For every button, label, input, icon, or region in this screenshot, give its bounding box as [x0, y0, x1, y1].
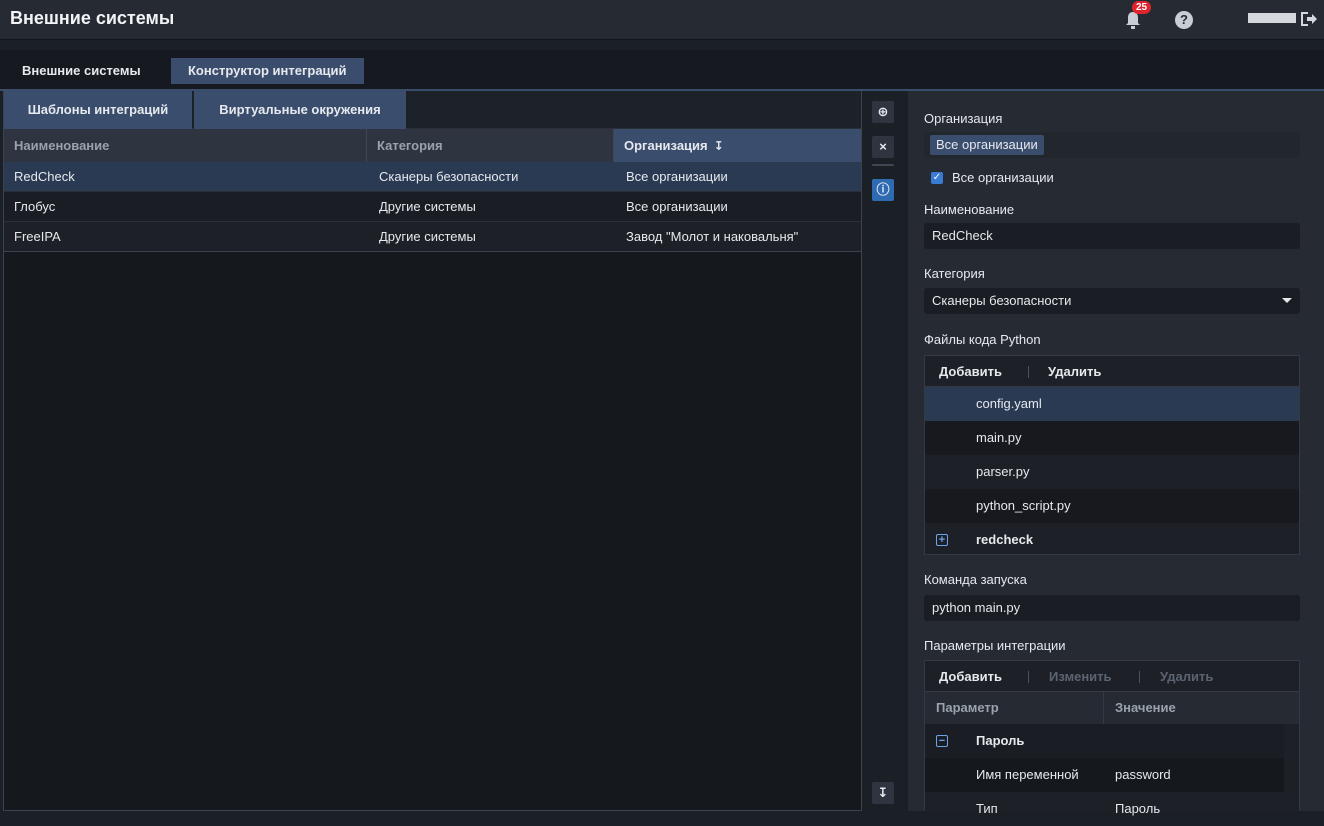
tab-integration-templates[interactable]: Шаблоны интеграций [4, 91, 192, 129]
tab-external-systems[interactable]: Внешние системы [8, 58, 155, 84]
cell-name: RedCheck [14, 169, 75, 184]
folder-item[interactable]: + redcheck [925, 523, 1299, 557]
files-delete-button[interactable]: Удалить [1048, 356, 1101, 387]
table-header: Наименование Категория Организация ↧ [4, 129, 861, 162]
column-header-value[interactable]: Значение [1115, 692, 1176, 724]
param-name: Имя переменной [976, 767, 1079, 782]
cell-organization: Все организации [626, 199, 728, 214]
file-item[interactable]: main.py [925, 421, 1299, 455]
table-row[interactable]: RedCheck Сканеры безопасности Все органи… [4, 162, 861, 192]
notification-badge: 25 [1132, 1, 1152, 14]
top-bar: Внешние системы 25 ? [0, 0, 1324, 40]
param-value: password [1115, 767, 1171, 782]
file-item[interactable]: parser.py [925, 455, 1299, 489]
category-select[interactable]: Сканеры безопасности [924, 288, 1300, 314]
all-orgs-label: Все организации [952, 170, 1054, 185]
info-icon[interactable]: ⓘ [872, 179, 894, 201]
header-divider [1103, 692, 1104, 724]
checkbox-checked-icon[interactable]: ✓ [931, 172, 943, 184]
table-row[interactable]: Глобус Другие системы Все организации [4, 192, 861, 222]
org-select[interactable]: Все организации [924, 132, 1300, 158]
column-header-name[interactable]: Наименование [4, 129, 367, 162]
sub-tabs: Шаблоны интеграций Виртуальные окружения [4, 91, 861, 129]
param-row[interactable]: Тип Пароль [925, 792, 1284, 826]
cell-name: FreeIPA [14, 229, 61, 244]
logout-icon[interactable] [1300, 10, 1318, 28]
column-header-organization[interactable]: Организация ↧ [614, 129, 861, 162]
help-icon[interactable]: ? [1175, 11, 1193, 29]
params-edit-button[interactable]: Изменить [1049, 661, 1112, 692]
cell-category: Другие системы [379, 229, 476, 244]
main-tabs: Внешние системы Конструктор интеграций [0, 50, 1324, 90]
column-header-category[interactable]: Категория [367, 129, 614, 162]
param-row[interactable]: Имя переменной password [925, 758, 1284, 792]
folder-label: redcheck [976, 532, 1034, 547]
dropdown-caret-icon [1282, 298, 1292, 303]
category-value: Сканеры безопасности [932, 293, 1072, 308]
templates-table: Наименование Категория Организация ↧ RedC… [4, 129, 861, 252]
param-group-label: Пароль [976, 733, 1025, 748]
app-title: Внешние системы [10, 8, 175, 28]
params-header: Параметр Значение [925, 692, 1299, 724]
tab-integration-builder[interactable]: Конструктор интеграций [171, 58, 364, 84]
files-box: Добавить Удалить config.yaml main.py par… [924, 355, 1300, 555]
command-label: Команда запуска [924, 572, 1027, 587]
category-label: Категория [924, 266, 985, 281]
details-panel: Организация Все организации ✓ Все органи… [908, 91, 1324, 816]
files-toolbar: Добавить Удалить [925, 356, 1299, 387]
collapse-icon[interactable]: − [936, 735, 948, 747]
command-input[interactable]: python main.py [924, 595, 1300, 621]
add-icon[interactable]: ⊕ [872, 101, 894, 123]
cell-organization: Все организации [626, 169, 728, 184]
files-label: Файлы кода Python [924, 332, 1041, 347]
file-item[interactable]: config.yaml [925, 387, 1299, 421]
name-label: Наименование [924, 202, 1015, 217]
toolbar-divider [1028, 671, 1029, 683]
params-delete-button[interactable]: Удалить [1160, 661, 1213, 692]
sort-icon[interactable]: ↧ [714, 130, 724, 163]
org-label: Организация [924, 111, 1003, 126]
templates-panel: Шаблоны интеграций Виртуальные окружения… [3, 91, 862, 811]
column-header-organization-label: Организация [624, 138, 708, 153]
params-add-button[interactable]: Добавить [939, 661, 1002, 692]
close-icon[interactable]: × [872, 136, 894, 158]
column-header-param[interactable]: Параметр [936, 692, 999, 724]
org-chip[interactable]: Все организации [930, 135, 1044, 155]
files-add-button[interactable]: Добавить [939, 356, 1002, 387]
cell-category: Сканеры безопасности [379, 169, 519, 184]
param-group-row[interactable]: − Пароль [925, 724, 1284, 758]
params-box: Добавить Изменить Удалить Параметр Значе… [924, 660, 1300, 816]
cell-category: Другие системы [379, 199, 476, 214]
tab-virtual-environments[interactable]: Виртуальные окружения [194, 91, 406, 129]
user-name[interactable] [1248, 13, 1296, 23]
param-value: Пароль [1115, 801, 1161, 816]
toolbar-divider [1028, 366, 1029, 378]
params-label: Параметры интеграции [924, 638, 1066, 653]
file-item[interactable]: python_script.py [925, 489, 1299, 523]
cell-name: Глобус [14, 199, 56, 214]
side-divider [872, 164, 894, 166]
sort-order-icon[interactable]: ↧ [872, 782, 894, 804]
params-toolbar: Добавить Изменить Удалить [925, 661, 1299, 692]
table-row[interactable]: FreeIPA Другие системы Завод "Молот и на… [4, 222, 861, 252]
toolbar-divider [1139, 671, 1140, 683]
expand-icon[interactable]: + [936, 534, 948, 546]
name-input[interactable]: RedCheck [924, 223, 1300, 249]
param-name: Тип [976, 801, 998, 816]
cell-organization: Завод "Молот и наковальня" [626, 229, 799, 244]
